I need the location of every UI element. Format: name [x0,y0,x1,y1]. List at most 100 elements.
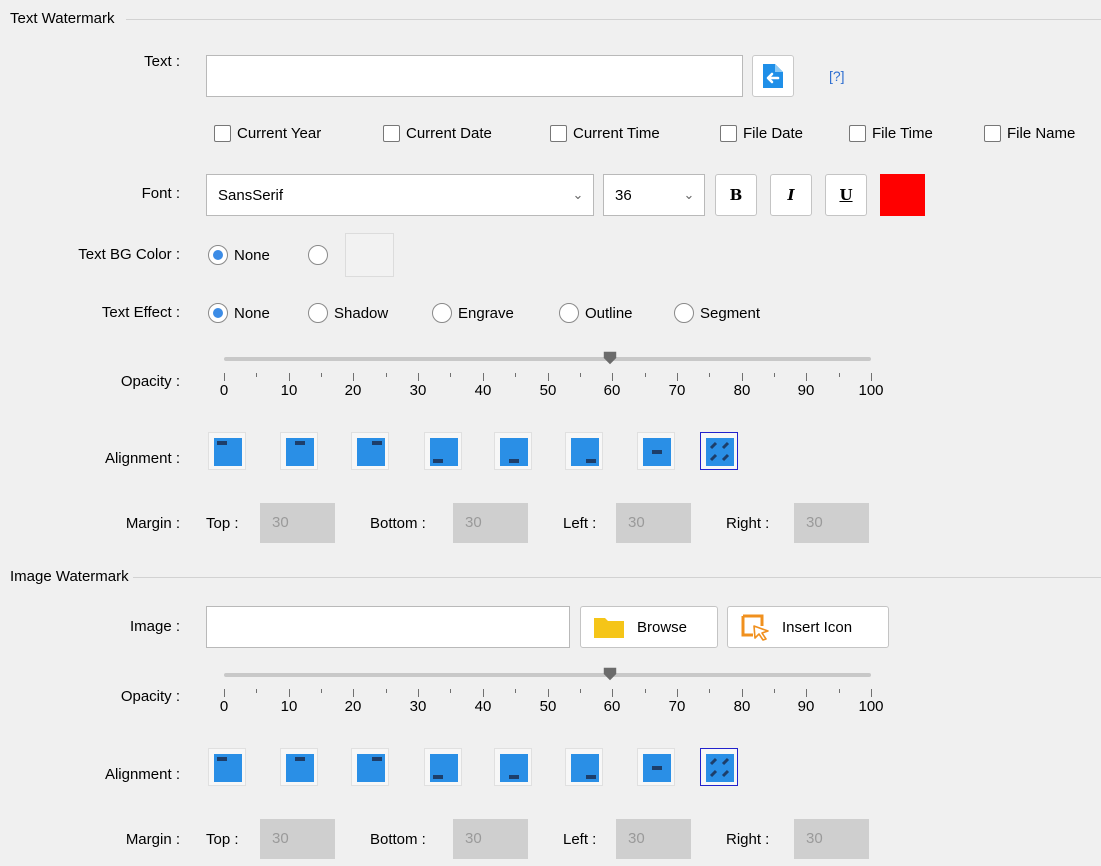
tick-label: 60 [603,382,621,399]
margin-right-field[interactable]: 30 [794,819,869,859]
checkbox-current-date[interactable]: Current Date [383,125,492,142]
bg-none-radio[interactable]: None [208,245,270,265]
image-path-input[interactable] [206,606,570,648]
alignment-option-8[interactable] [700,432,738,470]
alignment-option-7[interactable] [637,432,675,470]
major-tick [806,373,807,381]
alignment-option-1[interactable] [208,432,246,470]
minor-tick [839,373,840,377]
alignment-option-6[interactable] [565,748,603,786]
checkbox-current-year[interactable]: Current Year [214,125,321,142]
font-family-select[interactable]: SansSerif ⌄ [206,174,594,216]
tile-pattern-icon [709,441,730,462]
section-divider [126,19,1101,20]
minor-tick [580,689,581,693]
alignment-option-1[interactable] [208,748,246,786]
alignment-option-6[interactable] [565,432,603,470]
margin-bottom-field[interactable]: 30 [453,503,528,543]
effect-segment-radio[interactable]: Segment [674,303,760,323]
slider-track[interactable] [224,357,871,361]
underline-button[interactable]: U [825,174,867,216]
help-link[interactable]: [?] [829,68,845,84]
minor-tick [515,373,516,377]
font-size-select[interactable]: 36 ⌄ [603,174,705,216]
insert-arrow-icon [763,64,783,88]
tick-label: 40 [474,382,492,399]
checkbox-box [720,125,737,142]
tile-pattern-icon [709,757,730,778]
tick-label: 60 [603,698,621,715]
margin-right-field[interactable]: 30 [794,503,869,543]
position-mark [372,757,382,761]
browse-button[interactable]: Browse [580,606,718,648]
slider-thumb[interactable] [603,351,617,365]
tick-label: 80 [733,382,751,399]
major-tick [483,373,484,381]
margin-left-field[interactable]: 30 [616,819,691,859]
alignment-option-2[interactable] [280,748,318,786]
tick-label: 80 [733,698,751,715]
margin-top-field[interactable]: 30 [260,819,335,859]
bg-color-radio[interactable] [308,245,334,265]
major-tick [742,373,743,381]
alignment-option-5[interactable] [494,748,532,786]
major-tick [677,689,678,697]
effect-engrave-radio[interactable]: Engrave [432,303,514,323]
checkbox-file-date[interactable]: File Date [720,125,803,142]
margin-top-field[interactable]: 30 [260,503,335,543]
alignment-square-icon [643,754,671,782]
opacity-label: Opacity : [120,688,180,705]
watermark-text-input[interactable] [206,55,743,97]
tick-label: 30 [409,382,427,399]
insert-icon-icon [741,614,769,641]
minor-tick [321,373,322,377]
alignment-option-3[interactable] [351,748,389,786]
alignment-square-icon [357,754,385,782]
section-divider [133,577,1101,578]
margin-bottom-field[interactable]: 30 [453,819,528,859]
tick-label: 70 [668,698,686,715]
text-bg-color-label: Text BG Color : [78,246,180,263]
checkbox-label: Current Date [406,125,492,142]
alignment-option-2[interactable] [280,432,318,470]
alignment-option-5[interactable] [494,432,532,470]
position-mark [217,757,227,761]
slider-thumb[interactable] [603,667,617,681]
bg-color-swatch[interactable] [345,233,394,277]
major-tick [418,689,419,697]
radio-label: Shadow [334,304,389,322]
radio-dot [432,303,452,323]
checkbox-file-time[interactable]: File Time [849,125,933,142]
tick-label: 20 [344,698,362,715]
alignment-square-icon [214,438,242,466]
minor-tick [774,689,775,693]
alignment-option-8[interactable] [700,748,738,786]
checkbox-current-time[interactable]: Current Time [550,125,660,142]
margin-left-field[interactable]: 30 [616,503,691,543]
effect-shadow-radio[interactable]: Shadow [308,303,388,323]
effect-outline-radio[interactable]: Outline [559,303,633,323]
bold-button[interactable]: B [715,174,757,216]
alignment-option-4[interactable] [424,432,462,470]
chevron-down-icon: ⌄ [683,187,695,202]
position-mark [586,459,596,463]
radio-label: None [234,246,270,264]
major-tick [224,689,225,697]
major-tick [742,689,743,697]
checkbox-file-name[interactable]: File Name [984,125,1075,142]
margin-label: Margin : [125,515,180,532]
insert-icon-button[interactable]: Insert Icon [727,606,889,648]
font-color-swatch[interactable] [880,174,925,216]
italic-button[interactable]: I [770,174,812,216]
major-tick [612,689,613,697]
checkbox-box [550,125,567,142]
effect-none-radio[interactable]: None [208,303,270,323]
alignment-square-icon [357,438,385,466]
folder-icon [594,618,624,638]
alignment-option-7[interactable] [637,748,675,786]
alignment-option-3[interactable] [351,432,389,470]
alignment-option-4[interactable] [424,748,462,786]
insert-variable-button[interactable] [752,55,794,97]
minor-tick [321,689,322,693]
slider-track[interactable] [224,673,871,677]
